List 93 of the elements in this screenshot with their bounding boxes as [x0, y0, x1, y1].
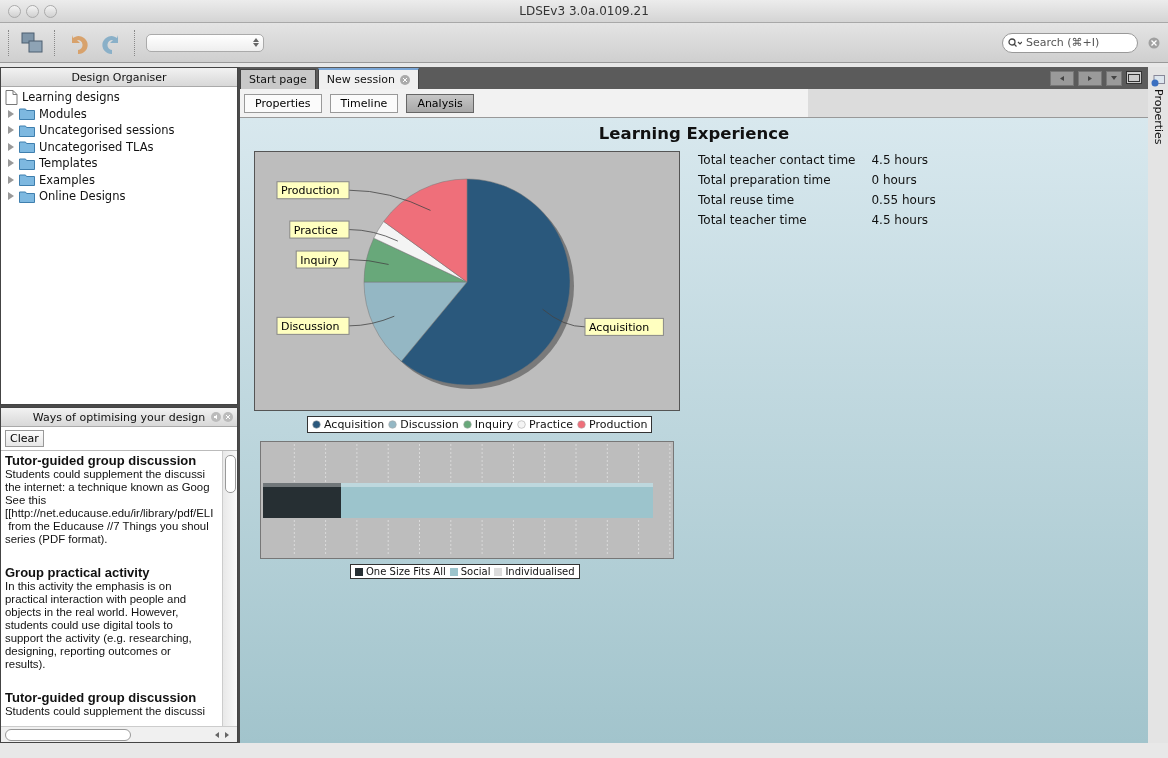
expand-arrow-icon[interactable] — [7, 175, 15, 184]
tab-list-button[interactable] — [1106, 70, 1122, 86]
legend-label: Practice — [529, 418, 573, 431]
view-button[interactable]: Timeline — [329, 93, 399, 113]
sound-icon[interactable] — [211, 412, 221, 422]
expand-arrow-icon[interactable] — [7, 159, 15, 168]
scroll-right-button[interactable] — [1078, 70, 1102, 86]
tab[interactable]: Start page — [240, 69, 316, 89]
computer-icon[interactable] — [20, 30, 44, 55]
legend-dot-icon — [576, 420, 586, 429]
leader-line — [348, 229, 399, 242]
folder-icon — [19, 140, 35, 154]
clear-search-icon[interactable] — [1148, 36, 1160, 49]
tree-item[interactable]: Online Designs — [39, 189, 126, 204]
legend-label: Social — [460, 566, 491, 577]
legend-dot-icon — [517, 420, 526, 429]
tab[interactable]: New session — [317, 68, 420, 89]
slice-label: Acquisition — [584, 317, 664, 336]
panel-title: Ways of optimising your design — [32, 410, 206, 424]
slice-label: Practice — [293, 223, 338, 237]
tree-item[interactable]: Examples — [39, 172, 95, 187]
slice-label: Production — [281, 184, 340, 198]
document-icon — [5, 89, 18, 105]
stat-label: Total reuse time — [698, 193, 796, 207]
folder-icon — [19, 107, 35, 121]
search-field[interactable]: Search (⌘+I) — [1002, 32, 1138, 53]
legend-dot-icon — [462, 420, 472, 429]
right-arrow-icon — [1088, 75, 1092, 81]
left-arrow-icon — [1060, 75, 1064, 81]
hint-text: Students could supplement the discussi — [5, 705, 207, 718]
leader-line — [542, 308, 586, 328]
maximize-icon[interactable] — [1126, 70, 1142, 84]
view-button[interactable]: Properties — [244, 93, 322, 113]
clear-button[interactable]: Clear — [5, 430, 44, 447]
expand-arrow-icon[interactable] — [7, 126, 15, 135]
tree-item[interactable]: Uncategorised TLAs — [39, 139, 154, 154]
folder-icon — [19, 123, 35, 137]
legend-label: Acquisition — [324, 418, 385, 431]
properties-icon[interactable] — [1151, 75, 1165, 87]
window-title: LDSEv3 3.0a.0109.21 — [519, 4, 649, 18]
hint-heading: Tutor-guided group discussion — [5, 690, 198, 705]
expand-arrow-icon[interactable] — [7, 109, 15, 118]
horizontal-scrollbar[interactable] — [1, 726, 237, 742]
legend-label: Inquiry — [474, 418, 513, 431]
tree-item[interactable]: Learning designs — [22, 90, 120, 105]
slice-label: Practice — [289, 220, 350, 239]
legend-label: Production — [588, 418, 648, 431]
slice-label: Production — [276, 181, 350, 200]
minimize-button[interactable] — [26, 4, 39, 18]
folder-icon — [19, 156, 35, 170]
hint-text: Students could supplement the discussi the internet: a technique known as Goog See this [[http://net.educause.edu/ir/library/pdf/ELI from the Educause //7 Things you shoul series (PDF format). — [5, 468, 215, 546]
stat-label: Total teacher contact time — [698, 153, 856, 167]
leader-line — [348, 315, 395, 327]
legend-label: Discussion — [400, 418, 459, 431]
stat-label: Total preparation time — [698, 173, 832, 187]
slice-label: Acquisition — [589, 320, 650, 334]
scroll-left-button[interactable] — [1050, 70, 1074, 86]
analysis-title: Learning Experience — [598, 124, 790, 143]
hint-heading: Group practical activity — [5, 565, 151, 580]
tree-item[interactable]: Modules — [39, 106, 87, 121]
side-tab[interactable]: Properties — [1151, 89, 1165, 145]
folder-icon — [19, 189, 35, 203]
tree-item[interactable]: Templates — [39, 156, 98, 171]
dropdown[interactable] — [146, 33, 264, 52]
legend-dot-icon — [388, 420, 398, 429]
slice-label: Discussion — [276, 316, 350, 335]
stat-value: 0 hours — [871, 173, 918, 187]
close-button[interactable] — [8, 4, 21, 18]
tree-item[interactable]: Uncategorised sessions — [39, 123, 175, 138]
stat-value: 0.55 hours — [871, 193, 936, 207]
expand-arrow-icon[interactable] — [7, 192, 15, 201]
stat-label: Total teacher time — [698, 213, 808, 227]
vertical-scrollbar[interactable] — [222, 451, 237, 726]
stat-value: 4.5 hours — [871, 153, 930, 167]
leader-line — [348, 259, 389, 265]
slice-label: Inquiry — [295, 250, 350, 269]
caret-icon — [1111, 76, 1117, 80]
legend-dot-icon — [312, 420, 321, 429]
panel-title: Design Organiser — [71, 70, 167, 84]
slice-label: Inquiry — [300, 253, 339, 267]
hint-heading: Tutor-guided group discussion — [5, 453, 198, 468]
zoom-button[interactable] — [44, 4, 57, 18]
close-icon[interactable] — [223, 412, 233, 422]
slice-label: Discussion — [281, 319, 340, 333]
legend-label: One Size Fits All — [366, 566, 446, 577]
close-tab-icon[interactable] — [400, 74, 411, 85]
stepper-icon — [253, 38, 259, 47]
legend-label: Individualised — [505, 566, 575, 577]
view-button[interactable]: Analysis — [406, 93, 474, 113]
stat-value: 4.5 hours — [871, 213, 930, 227]
folder-icon — [19, 173, 35, 187]
expand-arrow-icon[interactable] — [7, 142, 15, 151]
hint-text: In this activity the emphasis is on practical interaction with people and objects in the real world. However, students could use digital tools to support the activity (e.g. researching, designing, reporting outcomes or results). — [5, 580, 193, 671]
